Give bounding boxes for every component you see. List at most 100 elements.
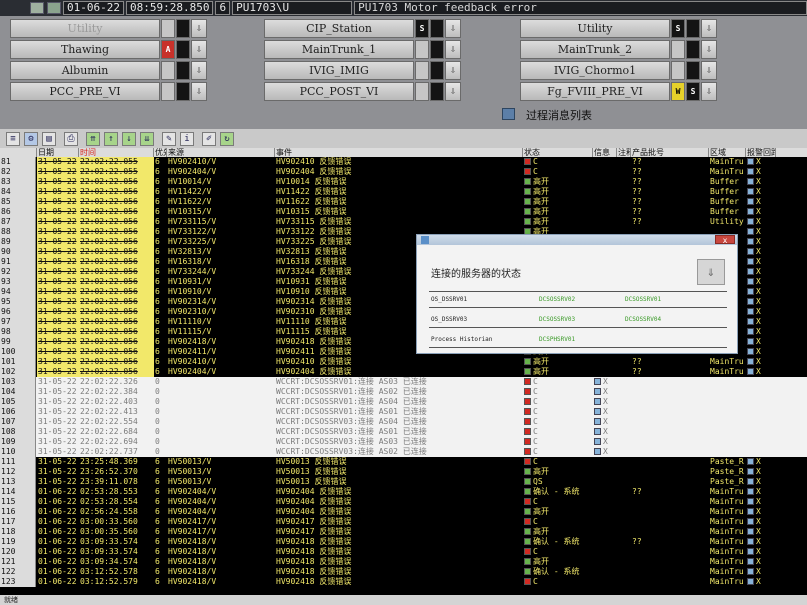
open-area-arrow-icon[interactable]: ⇩ bbox=[701, 82, 717, 101]
alarm-indicator[interactable] bbox=[671, 61, 685, 80]
export-icon[interactable]: ▤ bbox=[42, 131, 56, 146]
table-row[interactable]: 112 31-05-22 23:26:52.370 6 HV50013/V HV50013… bbox=[0, 467, 807, 477]
comment-icon[interactable]: ✎ bbox=[162, 131, 176, 146]
column-header[interactable]: 来源 bbox=[167, 148, 275, 157]
loop-in-alarm-icon[interactable] bbox=[747, 328, 754, 335]
table-row[interactable]: 102 31-05-22 22:02:22.056 6 HV902404/V HV9024… bbox=[0, 367, 807, 377]
open-area-arrow-icon[interactable]: ⇩ bbox=[191, 19, 207, 38]
alarm-indicator[interactable] bbox=[176, 82, 190, 101]
dialog-title-bar[interactable]: x bbox=[417, 235, 737, 245]
area-button[interactable]: IVIG_Chormo1 bbox=[520, 61, 670, 80]
loop-in-alarm-icon[interactable] bbox=[747, 288, 754, 295]
table-row[interactable]: 85 31-05-22 22:02:22.056 6 HV11622/V HV11622 … bbox=[0, 197, 807, 207]
info-icon[interactable]: i bbox=[180, 131, 194, 146]
table-row[interactable]: 104 31-05-22 22:02:22.384 0 WCCRT:DCSOSSRV01… bbox=[0, 387, 807, 397]
loop-in-alarm-icon[interactable] bbox=[747, 318, 754, 325]
alarm-indicator[interactable] bbox=[161, 82, 175, 101]
alarm-indicator[interactable] bbox=[671, 40, 685, 59]
info-icon[interactable] bbox=[594, 398, 601, 405]
column-header[interactable]: 事件 bbox=[275, 148, 523, 157]
table-row[interactable]: 117 01-06-22 03:00:33.560 6 HV902417/V HV9024… bbox=[0, 517, 807, 527]
loop-in-alarm-icon[interactable] bbox=[747, 498, 754, 505]
table-row[interactable]: 103 31-05-22 22:02:22.326 0 WCCRT:DCSOSSRV01… bbox=[0, 377, 807, 387]
area-button[interactable]: CIP_Station bbox=[264, 19, 414, 38]
column-header[interactable]: 区域 bbox=[709, 148, 746, 157]
open-area-arrow-icon[interactable]: ⇩ bbox=[445, 61, 461, 80]
table-row[interactable]: 81 31-05-22 22:02:22.055 6 HV902410/V HV90241… bbox=[0, 157, 807, 167]
loop-in-alarm-icon[interactable] bbox=[747, 298, 754, 305]
loop-in-alarm-icon[interactable] bbox=[747, 198, 754, 205]
alarm-bell-icon[interactable] bbox=[30, 2, 44, 14]
alarm-indicator[interactable] bbox=[430, 82, 444, 101]
alarm-filter-icon[interactable] bbox=[47, 2, 61, 14]
table-row[interactable]: 120 01-06-22 03:09:33.574 6 HV902418/V HV9024… bbox=[0, 547, 807, 557]
pen-icon[interactable]: ✐ bbox=[202, 131, 216, 146]
next-page-icon[interactable]: ↓ bbox=[122, 131, 136, 146]
alarm-indicator[interactable]: S bbox=[671, 19, 685, 38]
loop-in-alarm-icon[interactable] bbox=[747, 518, 754, 525]
info-icon[interactable] bbox=[594, 448, 601, 455]
table-row[interactable]: 119 01-06-22 03:09:33.574 6 HV902418/V HV9024… bbox=[0, 537, 807, 547]
last-page-icon[interactable]: ⇊ bbox=[140, 131, 154, 146]
column-header[interactable]: 报警回路 bbox=[746, 148, 776, 157]
alarm-indicator[interactable] bbox=[430, 19, 444, 38]
info-icon[interactable] bbox=[594, 418, 601, 425]
alarm-indicator[interactable] bbox=[176, 19, 190, 38]
table-row[interactable]: 110 31-05-22 22:02:22.737 0 WCCRT:DCSOSSRV03… bbox=[0, 447, 807, 457]
area-button[interactable]: MainTrunk_2 bbox=[520, 40, 670, 59]
column-header[interactable]: 时间 bbox=[79, 148, 154, 157]
loop-in-alarm-icon[interactable] bbox=[747, 548, 754, 555]
area-button[interactable]: PCC_POST_VI bbox=[264, 82, 414, 101]
alarm-indicator[interactable]: S bbox=[415, 19, 429, 38]
loop-in-alarm-icon[interactable] bbox=[747, 208, 754, 215]
open-area-arrow-icon[interactable]: ⇩ bbox=[191, 82, 207, 101]
alarm-indicator[interactable] bbox=[161, 61, 175, 80]
alarm-indicator[interactable] bbox=[176, 61, 190, 80]
area-button[interactable]: PCC_PRE_VI bbox=[10, 82, 160, 101]
loop-in-alarm-icon[interactable] bbox=[747, 308, 754, 315]
area-button[interactable]: Thawing bbox=[10, 40, 160, 59]
loop-in-alarm-icon[interactable] bbox=[747, 238, 754, 245]
table-row[interactable]: 108 31-05-22 22:02:22.684 0 WCCRT:DCSOSSRV03… bbox=[0, 427, 807, 437]
alarm-indicator[interactable] bbox=[415, 61, 429, 80]
column-header[interactable]: 优先级 bbox=[154, 148, 167, 157]
last-alarm-message[interactable]: PU1703 Motor feedback error bbox=[354, 1, 807, 15]
table-row[interactable]: 84 31-05-22 22:02:22.056 6 HV11422/V HV11422 … bbox=[0, 187, 807, 197]
loop-in-alarm-icon[interactable] bbox=[747, 578, 754, 585]
info-icon[interactable] bbox=[594, 378, 601, 385]
alarm-indicator[interactable] bbox=[686, 19, 700, 38]
print-icon[interactable]: ⎙ bbox=[64, 131, 78, 146]
table-row[interactable]: 106 31-05-22 22:02:22.413 0 WCCRT:DCSOSSRV01… bbox=[0, 407, 807, 417]
area-button[interactable]: MainTrunk_1 bbox=[264, 40, 414, 59]
area-button[interactable]: Fg_FVIII_PRE_VI bbox=[520, 82, 670, 101]
open-area-arrow-icon[interactable]: ⇩ bbox=[701, 61, 717, 80]
table-row[interactable]: 105 31-05-22 22:02:22.403 0 WCCRT:DCSOSSRV01… bbox=[0, 397, 807, 407]
loop-in-alarm-icon[interactable] bbox=[747, 278, 754, 285]
table-row[interactable]: 116 01-06-22 02:56:24.558 6 HV902404/V HV9024… bbox=[0, 507, 807, 517]
refresh-icon[interactable]: ↻ bbox=[220, 131, 234, 146]
column-header[interactable]: 信息 bbox=[593, 148, 617, 157]
info-icon[interactable] bbox=[594, 388, 601, 395]
loop-in-alarm-icon[interactable] bbox=[747, 478, 754, 485]
loop-in-alarm-icon[interactable] bbox=[747, 568, 754, 575]
dialog-close-button[interactable]: x bbox=[715, 235, 735, 245]
alarm-indicator[interactable] bbox=[686, 61, 700, 80]
loop-in-alarm-icon[interactable] bbox=[747, 268, 754, 275]
table-row[interactable]: 123 01-06-22 03:12:52.579 6 HV902418/V HV9024… bbox=[0, 577, 807, 587]
open-area-arrow-icon[interactable]: ⇩ bbox=[701, 40, 717, 59]
open-area-arrow-icon[interactable]: ⇩ bbox=[191, 61, 207, 80]
alarm-indicator[interactable] bbox=[430, 40, 444, 59]
loop-in-alarm-icon[interactable] bbox=[747, 158, 754, 165]
alarm-indicator[interactable]: A bbox=[161, 40, 175, 59]
table-row[interactable]: 101 31-05-22 22:02:22.056 6 HV902410/V HV9024… bbox=[0, 357, 807, 367]
area-button[interactable]: IVIG_IMIG bbox=[264, 61, 414, 80]
loop-in-alarm-icon[interactable] bbox=[747, 358, 754, 365]
area-button[interactable]: Utility bbox=[10, 19, 160, 38]
loop-in-alarm-icon[interactable] bbox=[747, 218, 754, 225]
alarm-indicator[interactable] bbox=[176, 40, 190, 59]
area-button[interactable]: Albumin bbox=[10, 61, 160, 80]
loop-in-alarm-icon[interactable] bbox=[747, 258, 754, 265]
table-row[interactable]: 118 01-06-22 03:00:35.560 6 HV902417/V HV9024… bbox=[0, 527, 807, 537]
table-row[interactable]: 83 31-05-22 22:02:22.056 6 HV10014/V HV10014 … bbox=[0, 177, 807, 187]
loop-in-alarm-icon[interactable] bbox=[747, 188, 754, 195]
